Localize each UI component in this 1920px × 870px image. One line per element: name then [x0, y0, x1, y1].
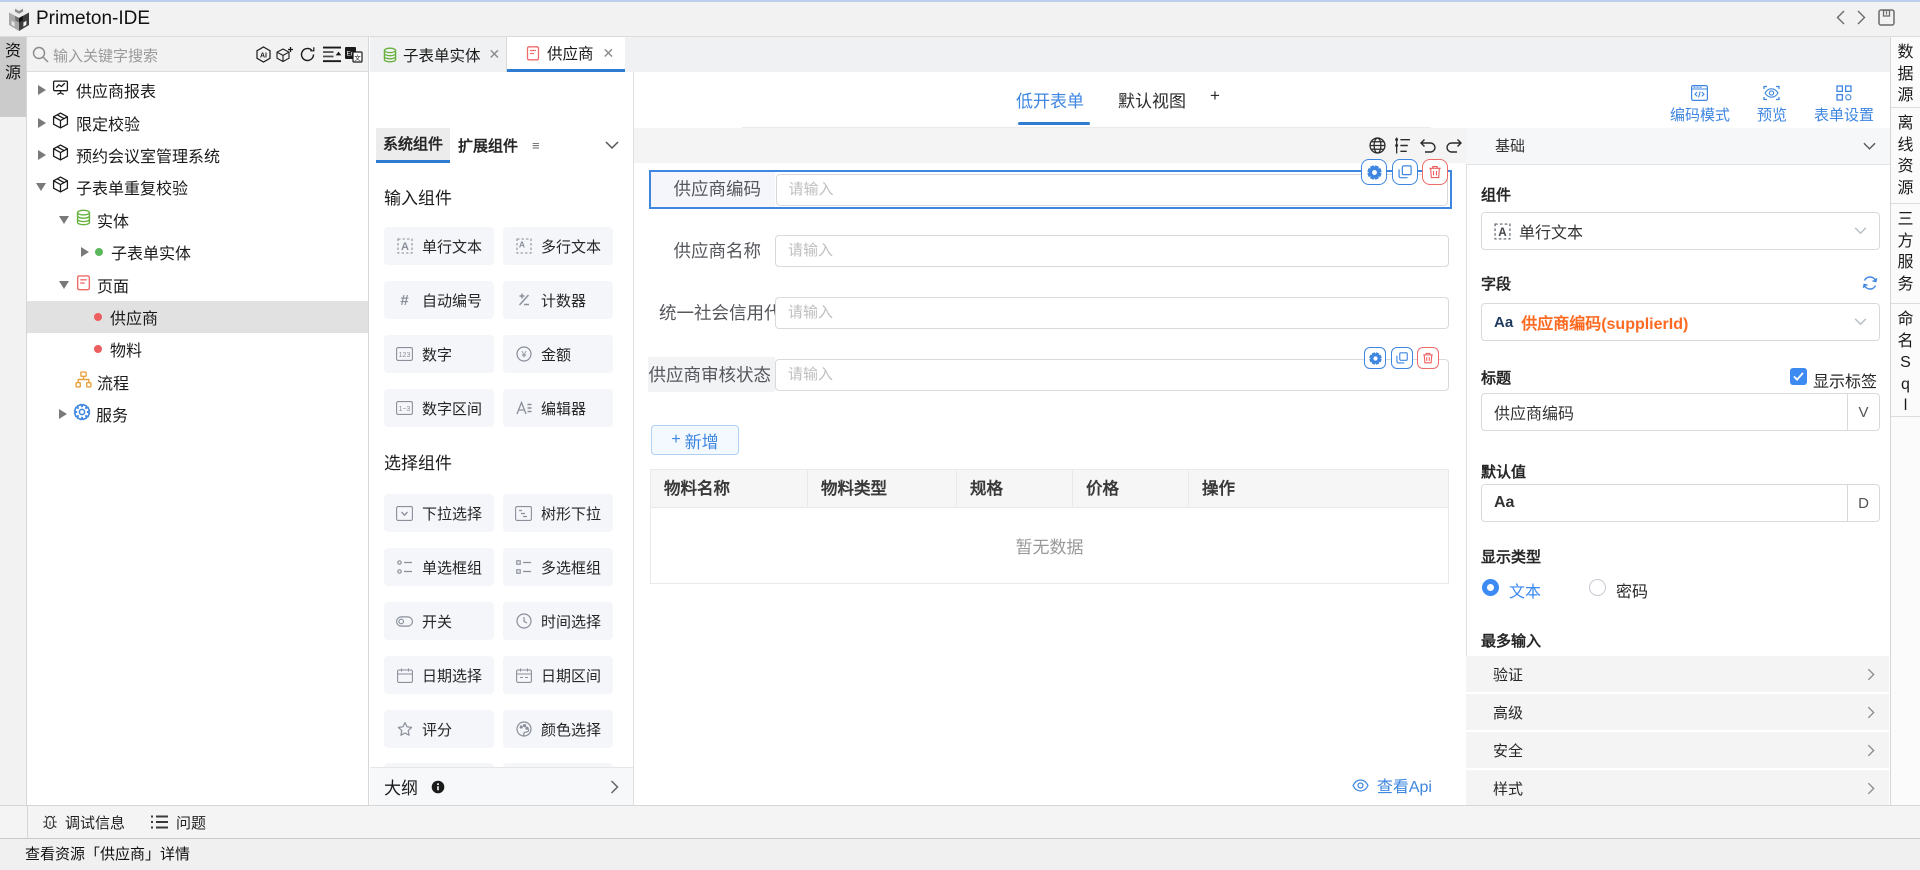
svg-text:¥: ¥ [520, 350, 527, 360]
svg-text:A: A [1498, 225, 1507, 238]
svg-text:文: 文 [354, 53, 361, 62]
svg-text:123: 123 [399, 352, 411, 359]
svg-text:1~3: 1~3 [399, 406, 411, 413]
svg-text:A: A [401, 241, 409, 253]
svg-text:A: A [518, 240, 524, 250]
svg-text:AI: AI [260, 53, 267, 60]
